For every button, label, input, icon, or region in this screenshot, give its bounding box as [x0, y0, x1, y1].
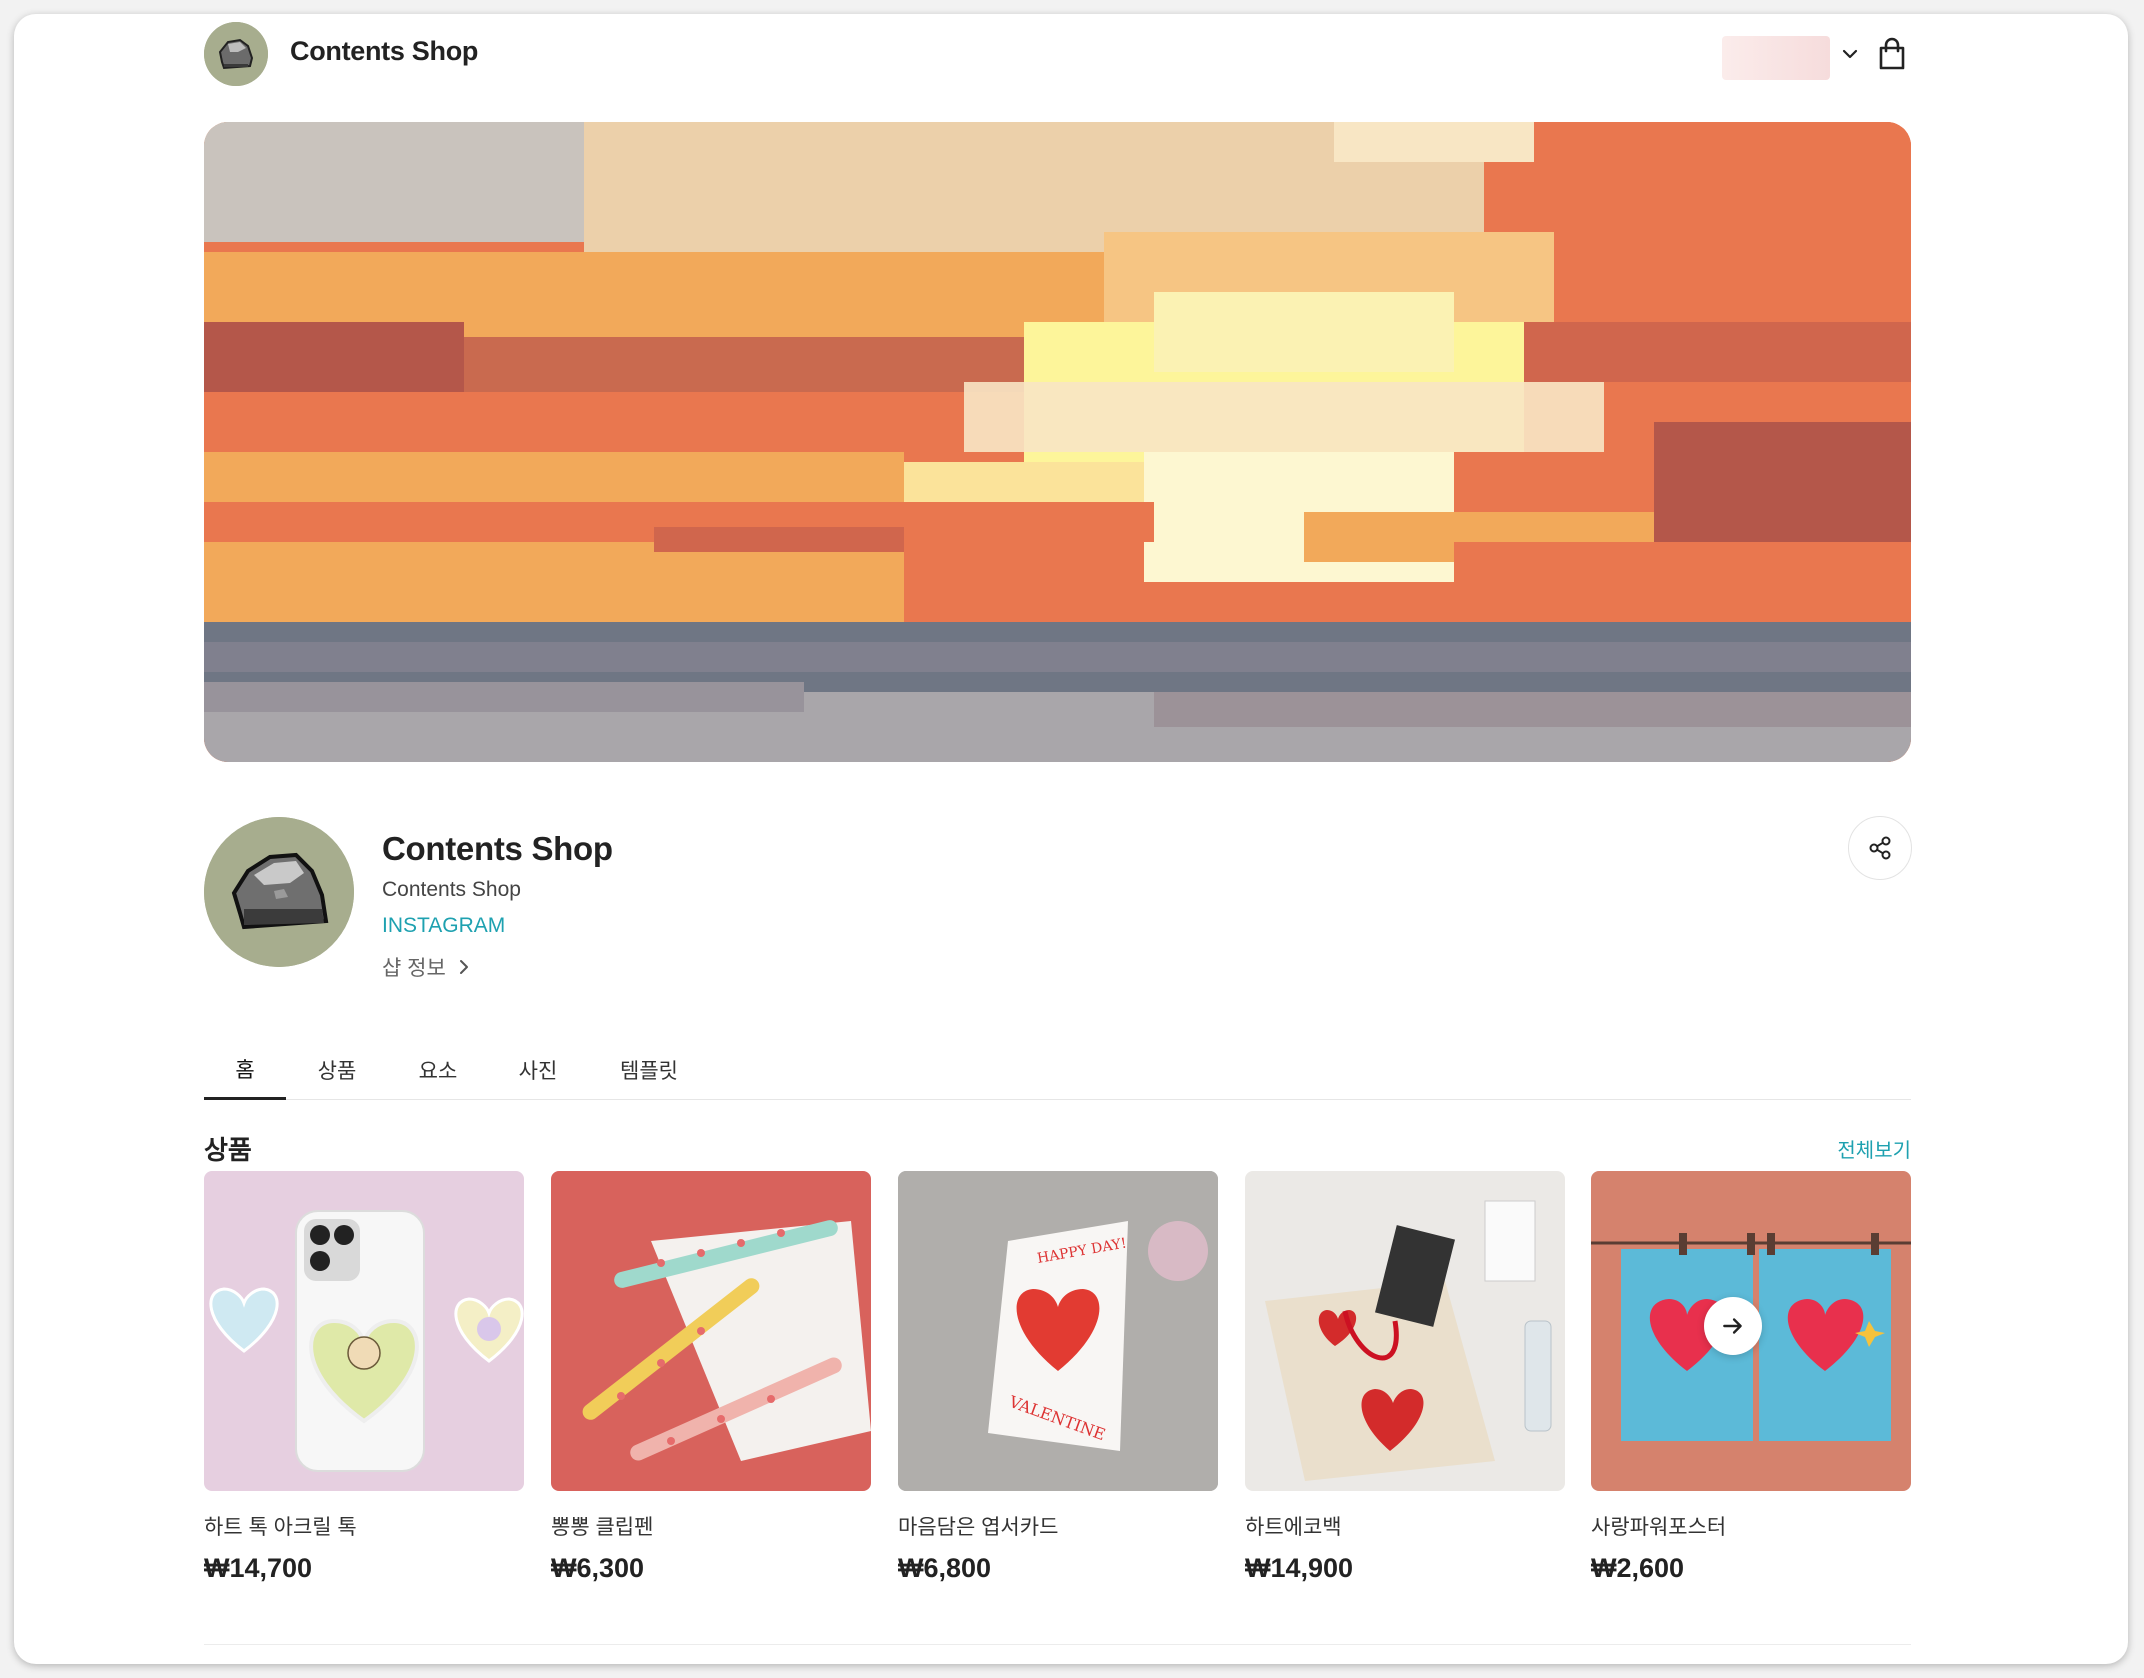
share-icon [1869, 836, 1891, 860]
product-carousel: 하트 톡 아크릴 톡 ₩14,700 뽕뽕 클립펜 ₩6,300 HAPPY D… [204, 1171, 1911, 1611]
view-all-link[interactable]: 전체보기 [1837, 1134, 1911, 1163]
shop-logo-rock-icon [204, 817, 354, 967]
product-name[interactable]: 마음담은 엽서카드 [898, 1511, 1218, 1541]
product-price: ₩14,900 [1245, 1553, 1354, 1583]
arrow-right-icon [1723, 1318, 1742, 1334]
carousel-next-button[interactable] [1704, 1297, 1762, 1355]
shop-subtitle: Contents Shop [382, 878, 521, 901]
product-name[interactable]: 사랑파워포스터 [1591, 1511, 1911, 1541]
section-title: 상품 [204, 1135, 252, 1165]
page-content: Contents Shop Contents Shop Contents Sho… [204, 14, 1912, 1664]
shop-info-label: 샵 정보 [382, 957, 446, 980]
share-button[interactable] [1848, 816, 1912, 880]
product-image[interactable]: HAPPY DAY! VALENTINE [898, 1171, 1218, 1491]
product-name[interactable]: 하트 톡 아크릴 톡 [204, 1511, 524, 1541]
tab-products[interactable]: 상품 [286, 1040, 388, 1100]
top-header: Contents Shop [204, 14, 1911, 124]
browser-window: Contents Shop Contents Shop Contents Sho… [14, 14, 2128, 1664]
instagram-link[interactable]: INSTAGRAM [382, 914, 505, 938]
product-card[interactable]: 사랑파워포스터 ₩2,600 [1591, 1171, 1911, 1584]
header-shop-name[interactable]: Contents Shop [290, 36, 478, 67]
product-price: ₩6,300 [551, 1553, 645, 1583]
product-card[interactable]: 하트에코백 ₩14,900 [1245, 1171, 1565, 1584]
rock-logo-icon[interactable] [204, 22, 268, 86]
tab-templates[interactable]: 템플릿 [588, 1040, 710, 1100]
product-name[interactable]: 뽕뽕 클립펜 [551, 1511, 871, 1541]
shop-info-link[interactable]: 샵 정보 [382, 952, 474, 982]
section-divider [204, 1644, 1911, 1645]
tab-home[interactable]: 홈 [204, 1040, 286, 1100]
tab-photos[interactable]: 사진 [488, 1040, 588, 1100]
product-card[interactable]: 뽕뽕 클립펜 ₩6,300 [551, 1171, 871, 1584]
chevron-down-icon[interactable] [1838, 42, 1862, 66]
product-card[interactable]: 하트 톡 아크릴 톡 ₩14,700 [204, 1171, 524, 1584]
shop-banner-image [204, 122, 1911, 762]
shopping-bag-icon[interactable] [1874, 36, 1910, 72]
shop-title: Contents Shop [382, 830, 613, 867]
product-name[interactable]: 하트에코백 [1245, 1511, 1565, 1541]
product-image[interactable] [551, 1171, 871, 1491]
shop-tabs: 홈 상품 요소 사진 템플릿 [204, 1040, 1911, 1100]
tab-elements[interactable]: 요소 [388, 1040, 488, 1100]
product-image[interactable] [204, 1171, 524, 1491]
product-card[interactable]: HAPPY DAY! VALENTINE 마음담은 엽서카드 ₩6,800 [898, 1171, 1218, 1584]
product-price: ₩6,800 [898, 1553, 992, 1583]
product-price: ₩2,600 [1591, 1553, 1685, 1583]
product-image[interactable] [1245, 1171, 1565, 1491]
product-price: ₩14,700 [204, 1553, 313, 1583]
language-select[interactable] [1722, 36, 1830, 80]
chevron-right-icon [459, 960, 468, 974]
